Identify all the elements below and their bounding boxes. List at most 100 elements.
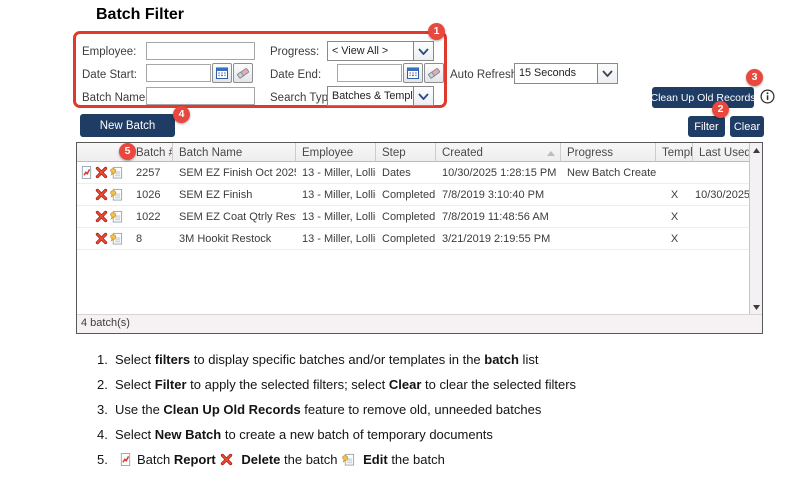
cell-batch-name: SEM EZ Finish <box>173 189 296 201</box>
date-start-clear-button[interactable] <box>233 63 253 83</box>
instruction-number: 2. <box>97 377 115 393</box>
edit-icon[interactable] <box>110 232 123 245</box>
instruction-number: 5. <box>97 452 115 468</box>
column-header-batch-name[interactable]: Batch Name <box>173 143 296 162</box>
cell-employee: 13 - Miller, Lollie <box>296 189 376 201</box>
chevron-down-icon[interactable] <box>413 87 433 105</box>
page-title: Batch Filter <box>96 6 184 24</box>
annotation-badge-3: 3 <box>746 69 763 86</box>
instruction-item: 5.Batch Report Delete the batch Edit the… <box>97 452 737 468</box>
batch-name-field[interactable] <box>146 87 255 105</box>
table-body: 2257SEM EZ Finish Oct 202513 - Miller, L… <box>77 162 762 250</box>
clean-up-old-records-button[interactable]: Clean Up Old Records <box>652 87 754 108</box>
column-header-template[interactable]: Template <box>656 143 693 162</box>
instruction-bold-text: Filter <box>155 377 187 392</box>
table-row[interactable]: 1022SEM EZ Coat Qtrly Restock13 - Miller… <box>77 206 750 228</box>
cell-created: 7/8/2019 3:10:40 PM <box>436 189 561 201</box>
date-start-label: Date Start: <box>82 69 137 81</box>
delete-icon[interactable] <box>95 166 108 179</box>
column-header-batch-num[interactable]: Batch # <box>130 143 173 162</box>
column-header-employee[interactable]: Employee <box>296 143 376 162</box>
calendar-icon <box>215 66 229 80</box>
instruction-plain-text: Batch <box>137 452 174 467</box>
annotation-badge-5: 5 <box>119 143 136 160</box>
auto-refresh-select[interactable]: 15 Seconds <box>514 63 618 84</box>
cell-created: 7/8/2019 11:48:56 AM <box>436 211 561 223</box>
cell-batch-name: SEM EZ Finish Oct 2025 <box>173 167 296 179</box>
table-row[interactable]: 2257SEM EZ Finish Oct 202513 - Miller, L… <box>77 162 750 184</box>
info-icon[interactable] <box>760 89 775 104</box>
new-batch-button[interactable]: New Batch <box>80 114 175 137</box>
edit-icon[interactable] <box>110 188 123 201</box>
progress-select[interactable]: < View All > <box>327 41 434 61</box>
instruction-bold-text: filters <box>155 352 190 367</box>
clear-button[interactable]: Clear <box>730 116 764 137</box>
chevron-down-icon[interactable] <box>597 64 617 83</box>
cell-employee: 13 - Miller, Lollie <box>296 233 376 245</box>
delete-icon[interactable] <box>95 210 108 223</box>
table-row[interactable]: 1026SEM EZ Finish13 - Miller, LollieComp… <box>77 184 750 206</box>
date-start-field[interactable] <box>146 64 211 82</box>
chevron-down-icon[interactable] <box>413 42 433 60</box>
instruction-text: Batch Report Delete the batch Edit the b… <box>115 452 445 468</box>
sort-ascending-icon <box>547 151 555 156</box>
annotation-badge-2: 2 <box>712 101 729 118</box>
instruction-item: 3.Use the Clean Up Old Records feature t… <box>97 402 737 418</box>
vertical-scrollbar[interactable] <box>749 143 762 315</box>
delete-icon[interactable] <box>95 188 108 201</box>
icon-spacer <box>80 188 93 201</box>
instruction-item: 2.Select Filter to apply the selected fi… <box>97 377 737 393</box>
cell-template: X <box>656 211 693 223</box>
date-end-field[interactable] <box>337 64 402 82</box>
column-header-last-used[interactable]: Last Used <box>693 143 750 162</box>
instruction-item: 1.Select filters to display specific bat… <box>97 352 737 368</box>
progress-selected-value: < View All > <box>328 42 413 60</box>
instruction-text: Use the Clean Up Old Records feature to … <box>115 402 541 418</box>
scroll-down-icon[interactable] <box>753 305 760 310</box>
table-header-row: Batch # Batch Name Employee Step Created… <box>77 143 750 162</box>
date-end-calendar-button[interactable] <box>403 63 423 83</box>
column-header-created[interactable]: Created <box>436 143 561 162</box>
instruction-plain-text: Use the <box>115 402 163 417</box>
instruction-plain-text: Select <box>115 427 155 442</box>
cell-employee: 13 - Miller, Lollie <box>296 211 376 223</box>
cell-batch-num: 1022 <box>130 211 173 223</box>
column-header-progress[interactable]: Progress <box>561 143 656 162</box>
cell-employee: 13 - Miller, Lollie <box>296 167 376 179</box>
eraser-icon <box>427 66 441 80</box>
auto-refresh-label: Auto Refresh: <box>450 69 520 81</box>
date-end-clear-button[interactable] <box>424 63 444 83</box>
instruction-text: Select Filter to apply the selected filt… <box>115 377 576 393</box>
instruction-text: Select filters to display specific batch… <box>115 352 538 368</box>
instruction-plain-text: feature to remove old, unneeded batches <box>301 402 542 417</box>
instruction-bold-text: Report <box>174 452 216 467</box>
delete-icon[interactable] <box>95 232 108 245</box>
table-row[interactable]: 83M Hookit Restock13 - Miller, LollieCom… <box>77 228 750 250</box>
search-type-select[interactable]: Batches & Templates <box>327 86 434 106</box>
instruction-plain-text: to create a new batch of temporary docum… <box>221 427 493 442</box>
instruction-bold-text: Clean Up Old Records <box>163 402 300 417</box>
employee-field[interactable] <box>146 42 255 60</box>
cell-created: 3/21/2019 2:19:55 PM <box>436 233 561 245</box>
icon-spacer <box>80 232 93 245</box>
created-header-label: Created <box>442 147 483 159</box>
edit-icon[interactable] <box>110 166 123 179</box>
filter-button[interactable]: Filter <box>688 116 725 137</box>
instruction-number: 1. <box>97 352 115 368</box>
date-start-calendar-button[interactable] <box>212 63 232 83</box>
scroll-up-icon[interactable] <box>753 148 760 153</box>
cell-step: Dates <box>376 167 436 179</box>
auto-refresh-selected-value: 15 Seconds <box>515 64 597 83</box>
row-actions <box>77 188 130 201</box>
cell-created: 10/30/2025 1:28:15 PM <box>436 167 561 179</box>
instruction-bold-text: Clear <box>389 377 422 392</box>
batch-name-label: Batch Name: <box>82 92 148 104</box>
report-icon[interactable] <box>80 166 93 179</box>
edit-icon[interactable] <box>110 210 123 223</box>
column-header-step[interactable]: Step <box>376 143 436 162</box>
cell-progress: New Batch Created <box>561 167 656 179</box>
cell-batch-name: SEM EZ Coat Qtrly Restock <box>173 211 296 223</box>
cell-batch-num: 1026 <box>130 189 173 201</box>
delete-icon <box>220 453 234 467</box>
instruction-text: Select New Batch to create a new batch o… <box>115 427 493 443</box>
